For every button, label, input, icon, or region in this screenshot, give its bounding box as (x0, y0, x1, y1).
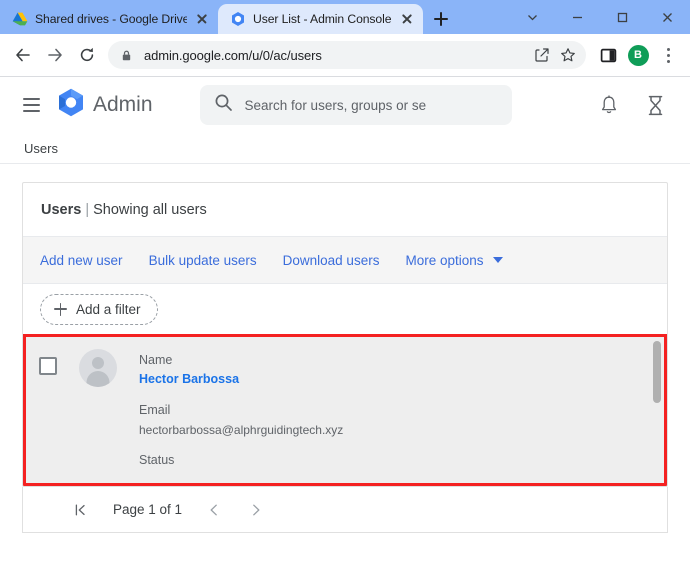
google-admin-icon (230, 11, 246, 27)
bell-icon[interactable] (596, 92, 622, 118)
filter-bar: Add a filter (23, 284, 667, 334)
tab-title: User List - Admin Console (253, 12, 392, 26)
user-email-value: hectorbarbossa@alphrguidingtech.xyz (139, 423, 344, 437)
forward-arrow-icon[interactable] (40, 40, 70, 70)
table-row[interactable]: Name Hector Barbossa Email hectorbarboss… (26, 337, 650, 483)
card-subtitle: Showing all users (93, 201, 207, 218)
admin-hexagon-logo (58, 88, 84, 122)
user-list-scrollbar[interactable] (650, 337, 664, 483)
user-fields: Name Hector Barbossa Email hectorbarboss… (139, 353, 343, 483)
side-panel-icon[interactable] (594, 41, 622, 69)
card-header: Users | Showing all users (23, 183, 667, 237)
share-icon[interactable] (533, 47, 550, 64)
reload-icon[interactable] (72, 40, 102, 70)
hourglass-icon[interactable] (642, 92, 668, 118)
url-text: admin.google.com/u/0/ac/users (144, 47, 322, 63)
google-drive-icon (12, 11, 28, 27)
browser-tab-shared-drives[interactable]: Shared drives - Google Drive (0, 4, 218, 34)
breadcrumb: Users (0, 133, 690, 163)
browser-tab-user-list[interactable]: User List - Admin Console (218, 4, 423, 34)
first-page-icon[interactable] (71, 500, 91, 520)
window-controls (510, 0, 690, 34)
users-card: Users | Showing all users Add new user B… (22, 182, 668, 487)
row-select-checkbox[interactable] (39, 357, 57, 375)
highlighted-user-list: Name Hector Barbossa Email hectorbarboss… (23, 334, 667, 486)
page-title: Users (41, 201, 82, 218)
plus-icon (54, 302, 67, 316)
search-placeholder: Search for users, groups or se (244, 97, 427, 113)
three-dot-menu-icon[interactable] (654, 41, 682, 69)
brand-name: Admin (93, 93, 153, 116)
minimize-icon[interactable] (555, 0, 600, 34)
breadcrumb-item-users[interactable]: Users (24, 141, 58, 156)
back-arrow-icon[interactable] (8, 40, 38, 70)
browser-window: Shared drives - Google Drive User List -… (0, 0, 690, 578)
action-label: Bulk update users (148, 252, 257, 268)
address-bar[interactable]: admin.google.com/u/0/ac/users (108, 41, 586, 69)
star-icon[interactable] (559, 47, 576, 64)
users-section: Users | Showing all users Add new user B… (0, 164, 690, 533)
action-label: Download users (282, 252, 380, 268)
action-label: Add new user (40, 252, 123, 268)
status-label: Status (139, 453, 175, 467)
search-input[interactable]: Search for users, groups or se (199, 85, 512, 125)
brand[interactable]: Admin (58, 88, 153, 122)
tab-search-chevron-down-icon[interactable] (510, 0, 555, 34)
avatar[interactable]: B (624, 41, 652, 69)
add-new-user-button[interactable]: Add new user (40, 253, 123, 268)
action-label: More options (405, 252, 484, 268)
card-action-bar: Add new user Bulk update users Download … (23, 237, 667, 284)
close-icon[interactable] (645, 0, 690, 34)
scrollbar-thumb[interactable] (653, 341, 661, 403)
pagination: Page 1 of 1 (22, 487, 668, 533)
bulk-update-users-button[interactable]: Bulk update users (149, 253, 257, 268)
person-placeholder-avatar (79, 349, 117, 387)
profile-initial: B (627, 44, 649, 66)
more-options-button[interactable]: More options (405, 252, 503, 268)
chevron-down-icon (492, 257, 503, 263)
next-page-icon[interactable] (246, 500, 266, 520)
add-a-filter-button[interactable]: Add a filter (40, 293, 158, 325)
download-users-button[interactable]: Download users (283, 253, 380, 268)
tab-title: Shared drives - Google Drive (35, 12, 187, 26)
email-label: Email (139, 403, 171, 417)
close-icon[interactable] (194, 11, 210, 27)
tab-strip: Shared drives - Google Drive User List -… (0, 0, 690, 34)
user-name-link[interactable]: Hector Barbossa (139, 372, 343, 386)
page-content: Admin Search for users, groups or se Use… (0, 77, 690, 578)
new-tab-button[interactable] (426, 4, 456, 34)
title-separator: | (85, 201, 90, 218)
lock-icon (118, 47, 135, 64)
maximize-icon[interactable] (600, 0, 645, 34)
close-icon[interactable] (399, 11, 415, 27)
admin-header: Admin Search for users, groups or se (0, 77, 690, 133)
browser-toolbar: admin.google.com/u/0/ac/users B (0, 34, 690, 76)
previous-page-icon[interactable] (204, 500, 224, 520)
hamburger-menu-icon[interactable] (14, 88, 48, 122)
filter-label: Add a filter (76, 301, 141, 317)
header-actions (596, 92, 676, 118)
page-indicator: Page 1 of 1 (113, 502, 183, 517)
search-icon (214, 93, 233, 117)
name-label: Name (139, 353, 173, 367)
